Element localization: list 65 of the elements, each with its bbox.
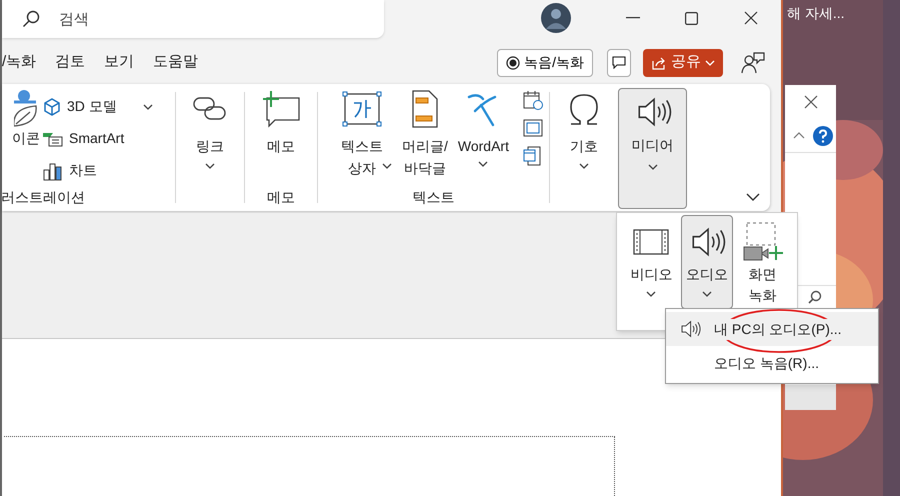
ribbon-button[interactable]: 텍스트 상자 bbox=[328, 84, 396, 185]
search-field[interactable]: 검색 bbox=[2, 0, 384, 38]
share-icon bbox=[651, 56, 667, 70]
ribbon-button[interactable]: 링크 bbox=[188, 84, 232, 185]
smartart-icon bbox=[43, 130, 63, 147]
chevron-down-icon bbox=[579, 162, 589, 169]
ribbon-button[interactable]: SmartArt bbox=[43, 126, 153, 151]
collapse-ribbon-icon[interactable] bbox=[746, 192, 760, 201]
chevron-down-icon bbox=[478, 160, 488, 167]
record-button[interactable]: 녹음/녹화 bbox=[497, 48, 593, 76]
film-icon bbox=[633, 227, 670, 257]
chevron-up-icon[interactable] bbox=[793, 132, 805, 139]
menu-item[interactable]: 내 PC의 오디오(P)... bbox=[666, 312, 878, 346]
avatar-icon[interactable] bbox=[541, 3, 571, 33]
close-icon[interactable] bbox=[804, 95, 818, 109]
icons-label[interactable]: 이콘 bbox=[12, 128, 40, 149]
menu-item[interactable]: 오디오 녹음(R)... bbox=[666, 346, 878, 380]
chevron-down-icon bbox=[382, 162, 392, 169]
chevron-down-icon bbox=[702, 291, 712, 297]
cube-icon bbox=[43, 98, 61, 116]
bar-chart-icon bbox=[43, 160, 63, 181]
ribbon-button[interactable]: 메모 bbox=[257, 84, 305, 185]
ribbon-button[interactable]: WordArt bbox=[454, 84, 513, 185]
ribbon-tab[interactable]: 보기 bbox=[104, 51, 134, 74]
ribbon-button[interactable]: 차트 bbox=[43, 158, 153, 183]
ribbon-tab[interactable]: 검토 bbox=[55, 51, 86, 74]
help-icon[interactable] bbox=[813, 126, 833, 146]
people-icon[interactable] bbox=[741, 52, 765, 74]
background-text: 해 자세... bbox=[787, 4, 845, 23]
omega-icon bbox=[567, 92, 601, 126]
comments-button[interactable] bbox=[607, 48, 631, 76]
chevron-down-icon bbox=[205, 162, 215, 169]
ribbon-tab[interactable]: /녹화 bbox=[2, 51, 36, 74]
speaker-icon bbox=[679, 318, 701, 340]
calendar-clock-icon[interactable] bbox=[522, 90, 543, 110]
media-button[interactable]: 미디어 bbox=[618, 88, 687, 209]
text-box-icon bbox=[342, 90, 382, 127]
group-label: 러스트레이션 bbox=[1, 188, 85, 208]
ribbon-button[interactable]: 기호 bbox=[563, 84, 605, 185]
comment-add-icon bbox=[261, 90, 301, 128]
share-button[interactable]: 공유 bbox=[643, 48, 723, 76]
media-option[interactable]: 화면 녹화 bbox=[736, 215, 790, 309]
maximize-icon bbox=[684, 12, 698, 24]
chevron-down-icon bbox=[648, 164, 658, 170]
ribbon-button[interactable]: 머리글/ 바닥글 bbox=[398, 84, 452, 185]
group-label: 텍스트 bbox=[412, 188, 454, 208]
search-icon bbox=[22, 10, 40, 28]
ribbon-button[interactable]: 3D 모델 bbox=[43, 94, 153, 119]
group-label: 메모 bbox=[267, 188, 295, 208]
media-option[interactable]: 오디오 bbox=[680, 215, 734, 309]
object-icon[interactable] bbox=[522, 146, 541, 166]
comment-icon bbox=[612, 56, 626, 69]
screen-recording-icon bbox=[742, 222, 783, 262]
header-footer-icon bbox=[410, 90, 440, 128]
media-option[interactable]: 비디오 bbox=[625, 215, 678, 309]
chevron-down-icon bbox=[646, 291, 656, 297]
record-icon bbox=[506, 56, 520, 70]
chevron-down-icon bbox=[142, 104, 153, 110]
pane-footer bbox=[785, 385, 836, 410]
slide-number-icon[interactable] bbox=[522, 118, 543, 137]
ribbon-tab[interactable]: 도움말 bbox=[153, 51, 198, 74]
chevron-down-icon bbox=[705, 60, 715, 66]
close-icon bbox=[744, 11, 758, 25]
search-icon[interactable] bbox=[808, 290, 822, 304]
minimize-icon bbox=[626, 17, 640, 19]
